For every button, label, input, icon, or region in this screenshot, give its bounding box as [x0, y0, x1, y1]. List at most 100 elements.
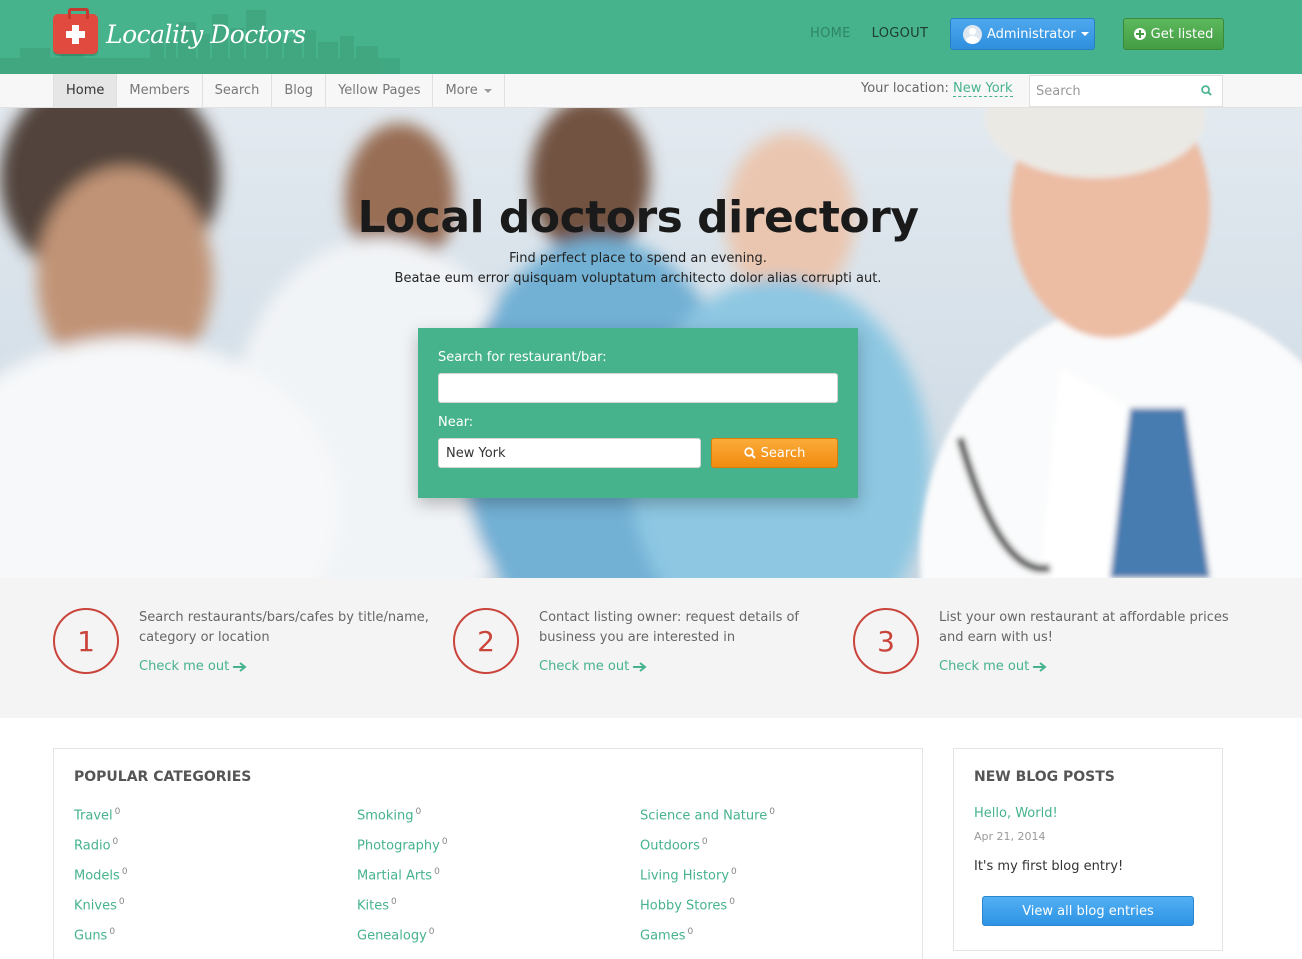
search-icon — [743, 447, 756, 459]
category-name: Kites — [357, 898, 390, 914]
search-icon[interactable] — [1201, 85, 1212, 96]
category-count: 0 — [109, 927, 116, 937]
category-count: 0 — [434, 867, 440, 877]
site-logo[interactable]: Locality Doctors — [53, 8, 306, 54]
category-name: Martial Arts — [357, 868, 433, 884]
near-field-label: Near: — [438, 415, 474, 430]
nav-item-yellow-pages[interactable]: Yellow Pages — [326, 74, 434, 107]
location-value-link[interactable]: New York — [953, 81, 1013, 97]
category-column-3: Science and Nature 0 Outdoors 0 Living His… — [640, 807, 775, 957]
nav-item-search[interactable]: Search — [203, 74, 273, 107]
check-me-out-link[interactable]: Check me out — [939, 659, 1047, 674]
category-name: Models — [74, 868, 120, 884]
hero-search-panel: Search for restaurant/bar: Near: Search — [418, 328, 858, 498]
category-column-2: Smoking 0 Photography 0 Martial Arts 0 Kite… — [357, 807, 448, 957]
category-count: 0 — [769, 807, 775, 817]
caret-down-icon — [483, 88, 492, 93]
search-restaurant-input[interactable] — [438, 373, 838, 403]
nav-item-home[interactable]: Home — [54, 74, 118, 107]
category-name: Photography — [357, 838, 440, 854]
get-listed-button[interactable]: Get listed — [1123, 18, 1224, 50]
top-links: HOME LOGOUT — [810, 26, 928, 41]
administrator-button[interactable]: Administrator — [950, 18, 1095, 50]
blog-post-excerpt: It's my first blog entry! — [974, 859, 1124, 874]
step-description: Search restaurants/bars/cafes by title/n… — [139, 610, 429, 645]
hero-subtitle-2: Beatae eum error quisquam voluptatum arc… — [394, 271, 882, 286]
category-link[interactable]: Games 0 — [640, 927, 775, 957]
category-link[interactable]: Guns 0 — [74, 927, 128, 957]
header-search-input[interactable] — [1030, 76, 1190, 106]
category-count: 0 — [701, 837, 708, 847]
get-listed-label: Get listed — [1150, 26, 1214, 42]
category-link[interactable]: Models 0 — [74, 867, 128, 897]
category-name: Living History — [640, 868, 730, 884]
category-link[interactable]: Hobby Stores 0 — [640, 897, 775, 927]
nav-item-members[interactable]: Members — [117, 74, 203, 107]
category-count: 0 — [118, 897, 125, 907]
step-number: 1 — [53, 608, 119, 674]
check-me-out-link[interactable]: Check me out — [139, 659, 247, 674]
category-link[interactable]: Living History 0 — [640, 867, 775, 897]
plus-circle-icon — [1133, 28, 1146, 40]
category-link[interactable]: Martial Arts 0 — [357, 867, 448, 897]
hero-search-button[interactable]: Search — [711, 438, 838, 468]
category-link[interactable]: Kites 0 — [357, 897, 448, 927]
step-2: 2 Contact listing owner: request details… — [453, 608, 833, 688]
view-all-blog-entries-button[interactable]: View all blog entries — [982, 896, 1194, 926]
category-link[interactable]: Smoking 0 — [357, 807, 448, 837]
category-name: Travel — [74, 808, 113, 824]
category-count: 0 — [121, 867, 128, 877]
category-link[interactable]: Photography 0 — [357, 837, 448, 867]
main-navbar: Home Members Search Blog Yellow Pages Mo… — [0, 74, 1302, 108]
user-avatar-icon — [963, 24, 982, 44]
nav-item-blog[interactable]: Blog — [272, 74, 327, 107]
hero-subtitle-1: Find perfect place to spend an evening. — [509, 251, 767, 266]
how-it-works-section: 1 Search restaurants/bars/cafes by title… — [0, 578, 1302, 718]
category-link[interactable]: Radio 0 — [74, 837, 128, 867]
category-column-1: Travel 0 Radio 0 Models 0 Knives 0 Guns 0 — [74, 807, 128, 957]
step-description: Contact listing owner: request details o… — [539, 610, 800, 645]
top-header: Locality Doctors HOME LOGOUT Administrat… — [0, 0, 1302, 74]
category-count: 0 — [687, 927, 694, 937]
category-count: 0 — [441, 837, 448, 847]
hero-section: Local doctors directory Find perfect pla… — [0, 108, 1302, 578]
logout-link[interactable]: LOGOUT — [872, 26, 929, 41]
administrator-label: Administrator — [987, 26, 1076, 42]
category-count: 0 — [428, 927, 435, 937]
search-field-label: Search for restaurant/bar: — [438, 350, 607, 365]
home-link[interactable]: HOME — [810, 26, 851, 41]
location-selector: Your location: New York — [861, 81, 1013, 97]
popular-categories-panel: POPULAR CATEGORIES Travel 0 Radio 0 Models… — [53, 748, 923, 959]
check-me-out-link[interactable]: Check me out — [539, 659, 647, 674]
nav-item-more[interactable]: More — [433, 74, 505, 107]
category-link[interactable]: Outdoors 0 — [640, 837, 775, 867]
category-name: Radio — [74, 838, 111, 854]
new-blog-posts-panel: NEW BLOG POSTS Hello, World! Apr 21, 201… — [953, 748, 1223, 951]
blog-post-title-link[interactable]: Hello, World! — [974, 806, 1058, 821]
category-count: 0 — [731, 867, 737, 877]
arrow-right-icon — [633, 661, 647, 672]
nav-menu: Home Members Search Blog Yellow Pages Mo… — [53, 74, 505, 107]
check-me-out-label: Check me out — [539, 659, 630, 674]
caret-down-icon — [1080, 32, 1089, 36]
category-link[interactable]: Travel 0 — [74, 807, 128, 837]
category-count: 0 — [729, 897, 735, 907]
category-link[interactable]: Genealogy 0 — [357, 927, 448, 957]
step-1: 1 Search restaurants/bars/cafes by title… — [53, 608, 433, 688]
step-description: List your own restaurant at affordable p… — [939, 610, 1229, 645]
near-location-input[interactable] — [438, 438, 701, 468]
categories-title: POPULAR CATEGORIES — [74, 769, 252, 785]
search-button-label: Search — [760, 445, 806, 461]
step-number: 2 — [453, 608, 519, 674]
first-aid-kit-icon — [53, 8, 98, 54]
category-name: Smoking — [357, 808, 414, 824]
header-search-box — [1029, 75, 1223, 107]
blog-panel-title: NEW BLOG POSTS — [974, 769, 1115, 785]
category-count: 0 — [114, 807, 121, 817]
step-number: 3 — [853, 608, 919, 674]
arrow-right-icon — [1033, 661, 1047, 672]
category-name: Science and Nature — [640, 808, 768, 824]
nav-more-label: More — [445, 83, 478, 98]
category-link[interactable]: Science and Nature 0 — [640, 807, 775, 837]
category-link[interactable]: Knives 0 — [74, 897, 128, 927]
